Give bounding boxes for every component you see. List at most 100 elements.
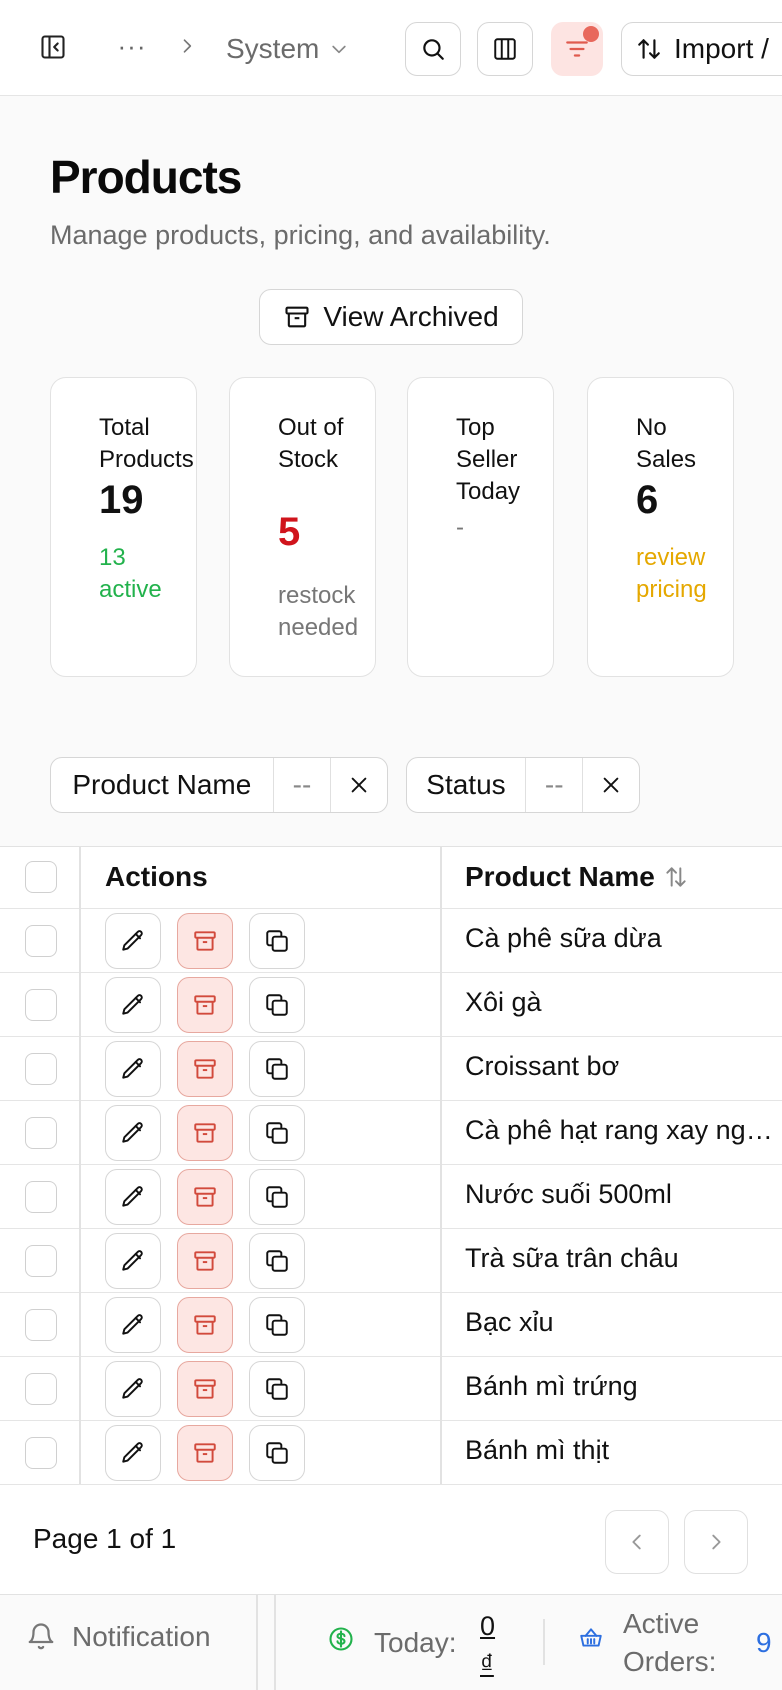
today-label: Today:	[374, 1627, 457, 1658]
filter-button[interactable]	[551, 22, 603, 76]
close-icon	[351, 777, 367, 793]
archive-button[interactable]	[177, 1425, 233, 1481]
columns-button[interactable]	[477, 22, 533, 76]
breadcrumb-current[interactable]: System	[226, 26, 349, 72]
breadcrumb-ellipsis[interactable]: ···	[112, 26, 152, 66]
pencil-icon	[122, 930, 143, 951]
select-all-checkbox[interactable]	[25, 861, 57, 893]
stat-value: 5	[278, 510, 301, 554]
next-page-button[interactable]	[684, 1510, 748, 1574]
filter-value-status[interactable]: --	[526, 758, 584, 812]
products-table: Actions Product Name Cà phê sữa dừa Xôi g…	[0, 846, 782, 1484]
toggle-sidebar-button[interactable]	[30, 24, 76, 70]
copy-icon	[266, 1250, 288, 1272]
table-row[interactable]: Bánh mì thịt	[0, 1421, 782, 1484]
chevron-down-icon	[332, 45, 347, 54]
notification-button[interactable]: Notification	[26, 1621, 211, 1653]
archive-button[interactable]	[177, 1233, 233, 1289]
duplicate-button[interactable]	[249, 1169, 305, 1225]
table-row[interactable]: Bánh mì trứng	[0, 1357, 782, 1421]
chevron-right-icon	[712, 1534, 721, 1550]
table-row[interactable]: Bạc xỉu	[0, 1293, 782, 1357]
archive-button[interactable]	[177, 1169, 233, 1225]
view-archived-button[interactable]: View Archived	[259, 289, 523, 345]
column-header-actions: Actions	[105, 861, 208, 892]
search-button[interactable]	[405, 22, 461, 76]
archive-button[interactable]	[177, 1361, 233, 1417]
duplicate-button[interactable]	[249, 1041, 305, 1097]
status-bar: Notification Today: 0 ₫ Active Orders: 9	[0, 1594, 782, 1690]
edit-button[interactable]	[105, 1105, 161, 1161]
product-name-cell: Trà sữa trân châu	[465, 1243, 679, 1273]
sort-icon	[666, 867, 686, 887]
duplicate-button[interactable]	[249, 1105, 305, 1161]
filter-field-status[interactable]: Status	[407, 758, 526, 812]
row-checkbox[interactable]	[25, 989, 57, 1021]
copy-icon	[266, 1122, 288, 1144]
copy-icon	[266, 1378, 288, 1400]
import-export-button[interactable]: Import /	[621, 22, 782, 76]
archive-button[interactable]	[177, 977, 233, 1033]
row-checkbox[interactable]	[25, 1117, 57, 1149]
sort-arrows-icon	[638, 39, 660, 59]
table-row[interactable]: Cà phê sữa dừa	[0, 909, 782, 973]
edit-button[interactable]	[105, 1361, 161, 1417]
pencil-icon	[122, 1058, 143, 1079]
stat-card-no-sales: No Sales 6 review pricing	[587, 377, 734, 677]
pencil-icon	[122, 1122, 143, 1143]
row-checkbox[interactable]	[25, 1373, 57, 1405]
table-row[interactable]: Trà sữa trân châu	[0, 1229, 782, 1293]
edit-button[interactable]	[105, 977, 161, 1033]
edit-button[interactable]	[105, 1233, 161, 1289]
archive-button[interactable]	[177, 1041, 233, 1097]
product-name-cell: Bánh mì trứng	[465, 1371, 638, 1401]
edit-button[interactable]	[105, 1297, 161, 1353]
product-name-cell: Bạc xỉu	[465, 1307, 554, 1337]
pencil-icon	[122, 994, 143, 1015]
previous-page-button[interactable]	[605, 1510, 669, 1574]
view-archived-label: View Archived	[323, 301, 499, 332]
row-checkbox[interactable]	[25, 1245, 57, 1277]
stat-label: No Sales	[636, 414, 697, 473]
notification-label: Notification	[72, 1621, 211, 1652]
edit-button[interactable]	[105, 1169, 161, 1225]
archive-button[interactable]	[177, 913, 233, 969]
import-label: Import /	[674, 33, 769, 64]
table-row[interactable]: Xôi gà	[0, 973, 782, 1037]
remove-filter-button[interactable]	[583, 758, 639, 812]
status-divider	[256, 1595, 258, 1690]
table-row[interactable]: Cà phê hạt rang xay nguyên chất	[0, 1101, 782, 1165]
table-row[interactable]: Croissant bơ	[0, 1037, 782, 1101]
archive-button[interactable]	[177, 1297, 233, 1353]
copy-icon	[266, 930, 288, 952]
edit-button[interactable]	[105, 913, 161, 969]
table-row[interactable]: Nước suối 500ml	[0, 1165, 782, 1229]
edit-button[interactable]	[105, 1041, 161, 1097]
stat-value: -	[456, 514, 464, 541]
page-subtitle: Manage products, pricing, and availabili…	[50, 220, 551, 250]
column-header-product-name[interactable]: Product Name	[465, 861, 689, 893]
archive-button[interactable]	[177, 1105, 233, 1161]
row-checkbox[interactable]	[25, 925, 57, 957]
edit-button[interactable]	[105, 1425, 161, 1481]
filter-value-product-name[interactable]: --	[274, 758, 332, 812]
breadcrumb-separator-icon	[172, 26, 202, 66]
duplicate-button[interactable]	[249, 977, 305, 1033]
remove-filter-button[interactable]	[331, 758, 387, 812]
pagination-bar: Page 1 of 1	[0, 1484, 782, 1594]
copy-icon	[266, 1058, 288, 1080]
pencil-icon	[122, 1250, 143, 1271]
row-checkbox[interactable]	[25, 1181, 57, 1213]
duplicate-button[interactable]	[249, 913, 305, 969]
duplicate-button[interactable]	[249, 1361, 305, 1417]
copy-icon	[266, 1186, 288, 1208]
row-checkbox[interactable]	[25, 1309, 57, 1341]
duplicate-button[interactable]	[249, 1233, 305, 1289]
row-checkbox[interactable]	[25, 1053, 57, 1085]
duplicate-button[interactable]	[249, 1425, 305, 1481]
copy-icon	[266, 1314, 288, 1336]
table-header-row: Actions Product Name	[0, 847, 782, 909]
duplicate-button[interactable]	[249, 1297, 305, 1353]
filter-field-product-name[interactable]: Product Name	[51, 758, 274, 812]
row-checkbox[interactable]	[25, 1437, 57, 1469]
